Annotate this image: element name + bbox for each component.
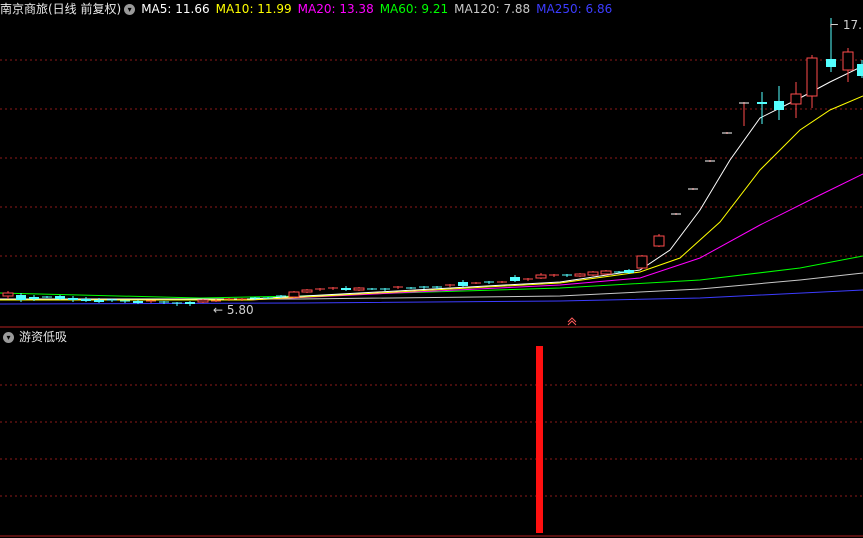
ma20-line (0, 173, 863, 301)
candle-body (535, 274, 547, 279)
candle-body (806, 57, 818, 97)
candle-body (301, 289, 313, 293)
candle-body (81, 299, 91, 301)
high-price-label: ⌐ 17. (829, 18, 862, 32)
candle-body (636, 255, 648, 269)
candle-body (826, 59, 836, 67)
candle-body (353, 287, 365, 291)
kline-chart[interactable] (0, 0, 863, 538)
candle-body (587, 271, 599, 276)
candle-body (774, 101, 784, 110)
candle-body (842, 51, 854, 71)
candle-body (757, 102, 767, 104)
signal-bar (536, 346, 543, 533)
candle-body (653, 235, 665, 247)
ma5-line (0, 65, 863, 300)
ma10-line (0, 95, 863, 301)
indicator-title[interactable]: 游资低吸 (19, 328, 67, 346)
signal-arrow-icon (567, 317, 577, 326)
candle-body (2, 292, 14, 297)
candle-body (29, 297, 39, 299)
candle-body (94, 300, 104, 302)
candle-body (510, 277, 520, 281)
low-price-label: ← 5.80 (213, 303, 254, 317)
candle-body (16, 295, 26, 300)
candle-body (600, 270, 612, 275)
candle-body (574, 273, 586, 277)
candle-body (55, 296, 65, 299)
candle-body (68, 298, 78, 300)
chevron-down-icon[interactable]: ▾ (3, 331, 14, 343)
candle-body (197, 299, 209, 303)
candle-body (341, 288, 351, 290)
candle-body (288, 291, 300, 298)
candle-body (133, 301, 143, 303)
candle-body (790, 93, 802, 105)
indicator-header: ▾ 游资低吸 (0, 328, 67, 346)
candle-body (458, 282, 468, 286)
candle-body (185, 302, 195, 304)
candle-body (624, 270, 634, 273)
candle-body (857, 64, 863, 76)
